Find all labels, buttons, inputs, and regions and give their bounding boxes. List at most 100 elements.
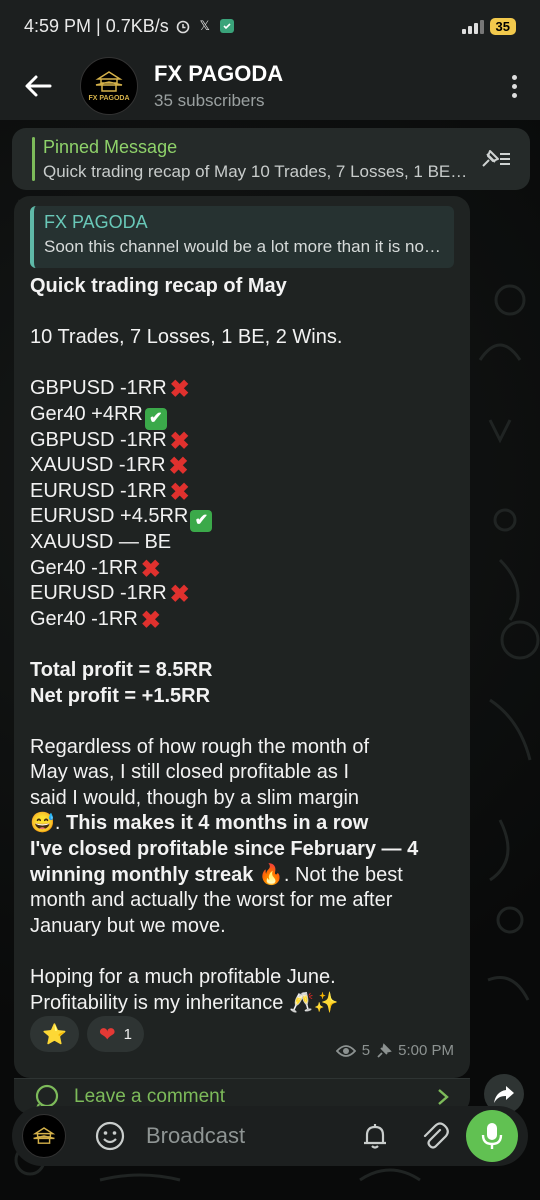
- paperclip-icon: [423, 1122, 449, 1149]
- trade-text: XAUUSD -1RR: [30, 454, 166, 477]
- cross-mark-icon: ✖: [168, 453, 189, 481]
- trade-text: Ger40 -1RR: [30, 556, 138, 579]
- pagoda-icon: [32, 1127, 56, 1144]
- reaction-star[interactable]: ⭐: [30, 1016, 79, 1052]
- send-as-avatar[interactable]: [22, 1114, 66, 1158]
- trade-text: GBPUSD -1RR: [30, 428, 167, 451]
- cross-mark-icon: ✖: [140, 606, 161, 634]
- message-bubble[interactable]: FX PAGODA Soon this channel would be a l…: [14, 196, 470, 1078]
- trade-list: GBPUSD -1RR ✖ Ger40 +4RR ✔ GBPUSD -1RR ✖ XAUUS…: [30, 376, 454, 632]
- eye-icon: [335, 1044, 356, 1057]
- pinned-message-bar[interactable]: Pinned Message Quick trading recap of Ma…: [12, 128, 530, 190]
- chevron-right-icon: [438, 1088, 449, 1105]
- trade-text: XAUUSD — BE: [30, 530, 172, 553]
- fire-emoji: 🔥: [258, 863, 284, 886]
- check-mark-icon: ✔: [190, 510, 213, 533]
- arrow-left-icon: [25, 75, 52, 97]
- paragraph-line: Profitability is my inheritance: [30, 991, 284, 1014]
- alarm-icon: [175, 18, 191, 34]
- paragraph-line: . Not the best: [283, 863, 403, 886]
- trade-line: Ger40 -1RR ✖: [30, 556, 454, 582]
- trade-text: EURUSD -1RR: [30, 479, 167, 502]
- compose-bar: Broadcast: [12, 1106, 528, 1166]
- cross-mark-icon: ✖: [169, 478, 190, 506]
- microphone-icon: [481, 1123, 503, 1149]
- back-button[interactable]: [22, 70, 54, 102]
- trade-line: XAUUSD — BE: [30, 530, 454, 556]
- cross-mark-icon: ✖: [169, 581, 190, 609]
- reply-author: FX PAGODA: [44, 212, 148, 232]
- message-meta: 5 5:00 PM: [335, 1042, 454, 1059]
- paragraph-bold: winning monthly streak: [30, 863, 254, 886]
- cross-mark-icon: ✖: [140, 555, 161, 583]
- paragraph-bold: I've closed profitable since February — …: [30, 838, 419, 861]
- paragraph-line: May was, I still closed profitable as I: [30, 761, 350, 784]
- avatar-label: FX PAGODA: [88, 94, 130, 102]
- trade-line: Ger40 +4RR ✔: [30, 402, 454, 430]
- chat-header: FX PAGODA FX PAGODA 35 subscribers: [0, 52, 540, 120]
- view-count: 5: [361, 1042, 371, 1059]
- pinned-indicator: [32, 137, 35, 181]
- trade-line: GBPUSD -1RR ✖: [30, 376, 454, 402]
- pin-list-icon[interactable]: [480, 146, 512, 172]
- reaction-heart[interactable]: ❤ 1: [86, 1016, 145, 1052]
- reply-text: Soon this channel would be a lot more th…: [44, 237, 444, 256]
- heart-icon: ❤: [98, 1023, 116, 1046]
- emoji-button[interactable]: [94, 1120, 126, 1152]
- voice-record-button[interactable]: [466, 1110, 518, 1162]
- trade-line: Ger40 -1RR ✖: [30, 607, 454, 633]
- smile-icon: [95, 1121, 125, 1151]
- cross-mark-icon: ✖: [169, 376, 190, 404]
- leave-comment-label: Leave a comment: [74, 1085, 226, 1107]
- net-profit: Net profit = +1.5RR: [30, 684, 211, 707]
- trade-line: GBPUSD -1RR ✖: [30, 428, 454, 454]
- message-text: Quick trading recap of May 10 Trades, 7 …: [30, 274, 454, 1016]
- paragraph-line: Regardless of how rough the month of: [30, 735, 370, 758]
- message-title: Quick trading recap of May: [30, 275, 287, 297]
- notifications-button[interactable]: [360, 1121, 390, 1151]
- pagoda-icon: [95, 70, 123, 92]
- check-mark-icon: ✔: [144, 407, 167, 430]
- message-time: 5:00 PM: [398, 1042, 454, 1059]
- channel-info[interactable]: FX PAGODA 35 subscribers: [154, 61, 504, 111]
- more-options-icon[interactable]: [504, 74, 524, 98]
- paragraph-line: month and actually the worst for me afte…: [30, 889, 393, 912]
- subscriber-count: 35 subscribers: [154, 91, 265, 110]
- trade-text: EURUSD +4.5RR: [30, 505, 189, 528]
- total-profit: Total profit = 8.5RR: [30, 658, 213, 681]
- bell-icon: [364, 1124, 386, 1149]
- paragraph-line: said I would, though by a slim margin: [30, 786, 360, 809]
- broadcast-input[interactable]: Broadcast: [146, 1123, 360, 1149]
- vpn-shield-icon: [219, 18, 235, 34]
- battery-indicator: 35: [489, 17, 516, 35]
- status-time: 4:59 PM | 0.7KB/s: [24, 15, 169, 36]
- paragraph-line: Hoping for a much profitable June.: [30, 966, 336, 989]
- trade-line: EURUSD +4.5RR ✔: [30, 504, 454, 533]
- share-arrow-icon: [494, 1086, 514, 1103]
- status-bar: 4:59 PM | 0.7KB/s 𝕏 35: [0, 0, 540, 52]
- trade-text: EURUSD -1RR: [30, 582, 167, 605]
- reactions: ⭐ ❤ 1: [30, 1016, 145, 1052]
- trade-line: EURUSD -1RR ✖: [30, 479, 454, 505]
- x-app-icon: 𝕏: [199, 18, 210, 33]
- pinned-text: Quick trading recap of May 10 Trades, 7 …: [43, 161, 468, 181]
- trade-text: Ger40 -1RR: [30, 607, 138, 630]
- signal-icon: [461, 18, 484, 34]
- star-icon: ⭐: [42, 1023, 67, 1046]
- cross-mark-icon: ✖: [169, 427, 190, 455]
- attach-button[interactable]: [420, 1121, 450, 1151]
- channel-title: FX PAGODA: [154, 61, 284, 86]
- trade-line: XAUUSD -1RR ✖: [30, 453, 454, 479]
- trade-text: GBPUSD -1RR: [30, 377, 167, 400]
- cheers-sparkles-emoji: 🥂✨: [289, 991, 339, 1014]
- reply-quote[interactable]: FX PAGODA Soon this channel would be a l…: [30, 206, 454, 268]
- trade-text: Ger40 +4RR: [30, 402, 143, 425]
- pin-icon: [377, 1042, 392, 1058]
- message-summary: 10 Trades, 7 Losses, 1 BE, 2 Wins.: [30, 326, 343, 349]
- paragraph-bold: This makes it 4 months in a row: [66, 812, 369, 835]
- trade-line: EURUSD -1RR ✖: [30, 581, 454, 607]
- channel-avatar[interactable]: FX PAGODA: [80, 57, 138, 115]
- sweat-smile-emoji: 😅: [30, 812, 55, 835]
- paragraph-line: January but we move.: [30, 914, 226, 937]
- pinned-label: Pinned Message: [43, 136, 178, 157]
